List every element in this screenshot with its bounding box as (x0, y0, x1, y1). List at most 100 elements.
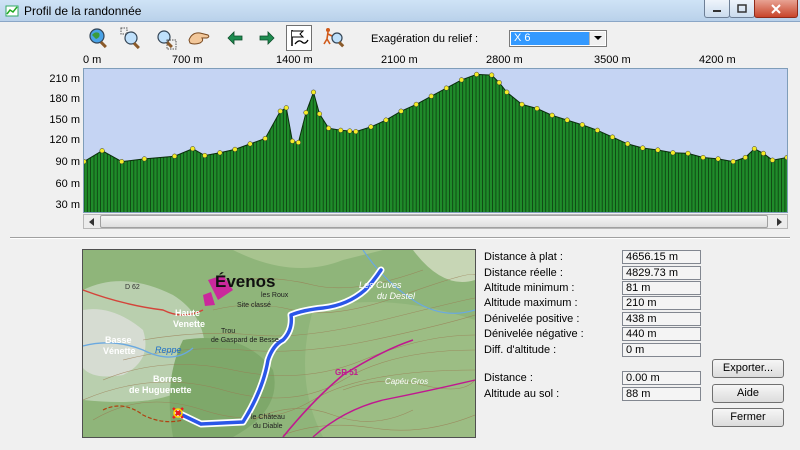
map-label-site: Site classé (237, 302, 271, 309)
exaggeration-value: X 6 (511, 32, 589, 45)
export-button[interactable]: Exporter... (712, 359, 784, 378)
profile-point (247, 141, 253, 147)
profile-point (594, 127, 600, 133)
map-label-basse: Basse (105, 335, 132, 345)
stat-label-diff-altitude: Diff. d'altitude : (484, 344, 557, 356)
profile-point (534, 105, 540, 112)
profile-point (655, 147, 661, 153)
profile-point (519, 101, 525, 107)
x-tick-label: 4200 m (699, 54, 736, 66)
close-window-button[interactable] (754, 0, 798, 18)
x-tick-label: 700 m (172, 54, 203, 66)
pan-button[interactable] (186, 25, 212, 51)
profile-mode-button[interactable] (286, 25, 312, 51)
x-tick-label: 3500 m (594, 54, 631, 66)
previous-button[interactable] (222, 25, 248, 51)
stat-value-altitude-min: 81 m (622, 281, 701, 295)
stat-value-distance-reelle: 4829.73 m (622, 266, 701, 280)
profile-point (338, 127, 344, 133)
minimize-icon (713, 9, 721, 12)
zoom-in-button[interactable] (118, 25, 144, 51)
profile-point (504, 89, 510, 95)
chevron-down-icon[interactable] (589, 32, 605, 45)
map-label-capeu: Capéu Gros (385, 377, 429, 386)
cursor-altitude-value: 88 m (622, 387, 701, 401)
elevation-profile-plot (84, 71, 787, 212)
scroll-left-icon[interactable] (84, 215, 99, 228)
x-tick-label: 0 m (83, 54, 102, 66)
help-button[interactable]: Aide (712, 384, 784, 403)
profile-point (413, 101, 419, 107)
trail-map[interactable]: Évenos les Roux Site classé D 62 Haute V… (82, 249, 476, 438)
close-icon (771, 3, 781, 14)
y-axis-ticks: 210 m 180 m 150 m 120 m 90 m 60 m 30 m (40, 68, 80, 213)
zoom-in-icon (120, 27, 140, 50)
profile-point (295, 139, 301, 146)
profile-point (458, 77, 465, 83)
stat-label-denivelee-negative: Dénivelée négative : (484, 328, 584, 340)
profile-point (579, 122, 585, 128)
scrollbar-thumb[interactable] (100, 215, 768, 228)
profile-point (347, 128, 353, 134)
profile-point (751, 146, 757, 152)
profile-point (84, 159, 87, 165)
map-label-borres: Borres (153, 374, 183, 384)
profile-point (289, 138, 295, 144)
profile-point (428, 93, 434, 99)
profile-point (303, 110, 309, 116)
profile-point (474, 71, 480, 77)
maximize-button[interactable] (729, 0, 755, 18)
y-tick-label: 210 m (49, 73, 80, 85)
exaggeration-select[interactable]: X 6 (509, 30, 607, 47)
close-button[interactable]: Fermer (712, 408, 784, 427)
stat-value-altitude-max: 210 m (622, 296, 701, 310)
next-button[interactable] (254, 25, 280, 51)
y-tick-label: 30 m (55, 199, 80, 211)
stat-label-altitude-min: Altitude minimum : (484, 282, 575, 294)
section-divider (10, 237, 790, 239)
maximize-icon (737, 4, 747, 13)
scroll-right-icon[interactable] (772, 215, 787, 228)
arrow-right-icon (259, 31, 275, 45)
cursor-distance-label: Distance : (484, 372, 533, 384)
profile-point (310, 89, 317, 95)
map-label-huguenette: de Huguenette (129, 385, 192, 395)
stat-label-denivelee-positive: Dénivelée positive : (484, 313, 580, 325)
profile-point (769, 157, 776, 163)
profile-point (368, 124, 374, 130)
elevation-profile-chart[interactable] (83, 68, 788, 213)
y-tick-label: 150 m (49, 114, 80, 126)
zoom-out-icon (157, 30, 177, 50)
profile-point (232, 146, 238, 152)
map-graphic (83, 250, 475, 437)
map-label-cuves: Les Cuves (359, 280, 402, 290)
walker-magnifier-icon (323, 28, 345, 48)
magnifier-globe-icon (89, 28, 107, 49)
profile-point (730, 159, 736, 165)
map-label-diable: du Diable (253, 423, 283, 430)
toolbar: Exagération du relief : X 6 (0, 25, 800, 53)
profile-point (625, 141, 631, 147)
horizontal-scrollbar[interactable] (83, 214, 788, 229)
profile-point (670, 150, 676, 156)
profile-point (742, 154, 748, 161)
x-tick-label: 1400 m (276, 54, 313, 66)
locate-button[interactable] (321, 25, 347, 51)
zoom-out-button[interactable] (152, 25, 178, 51)
profile-point (99, 148, 105, 154)
profile-point (443, 85, 449, 91)
minimize-button[interactable] (704, 0, 730, 18)
y-tick-label: 60 m (55, 178, 80, 190)
y-tick-label: 180 m (49, 93, 80, 105)
map-label-reppe: Reppe (155, 345, 182, 355)
y-tick-label: 120 m (49, 134, 80, 146)
x-axis-ticks: 0 m 700 m 1400 m 2100 m 2800 m 3500 m 42… (0, 54, 800, 68)
x-tick-label: 2800 m (486, 54, 523, 66)
profile-point (353, 129, 359, 135)
stat-value-denivelee-positive: 438 m (622, 312, 701, 326)
stat-value-diff-altitude: 0 m (622, 343, 701, 357)
zoom-fit-button[interactable] (86, 25, 112, 51)
map-label-chateau: le Château (251, 414, 285, 421)
profile-point (283, 105, 289, 111)
stat-label-distance-reelle: Distance réelle : (484, 267, 563, 279)
